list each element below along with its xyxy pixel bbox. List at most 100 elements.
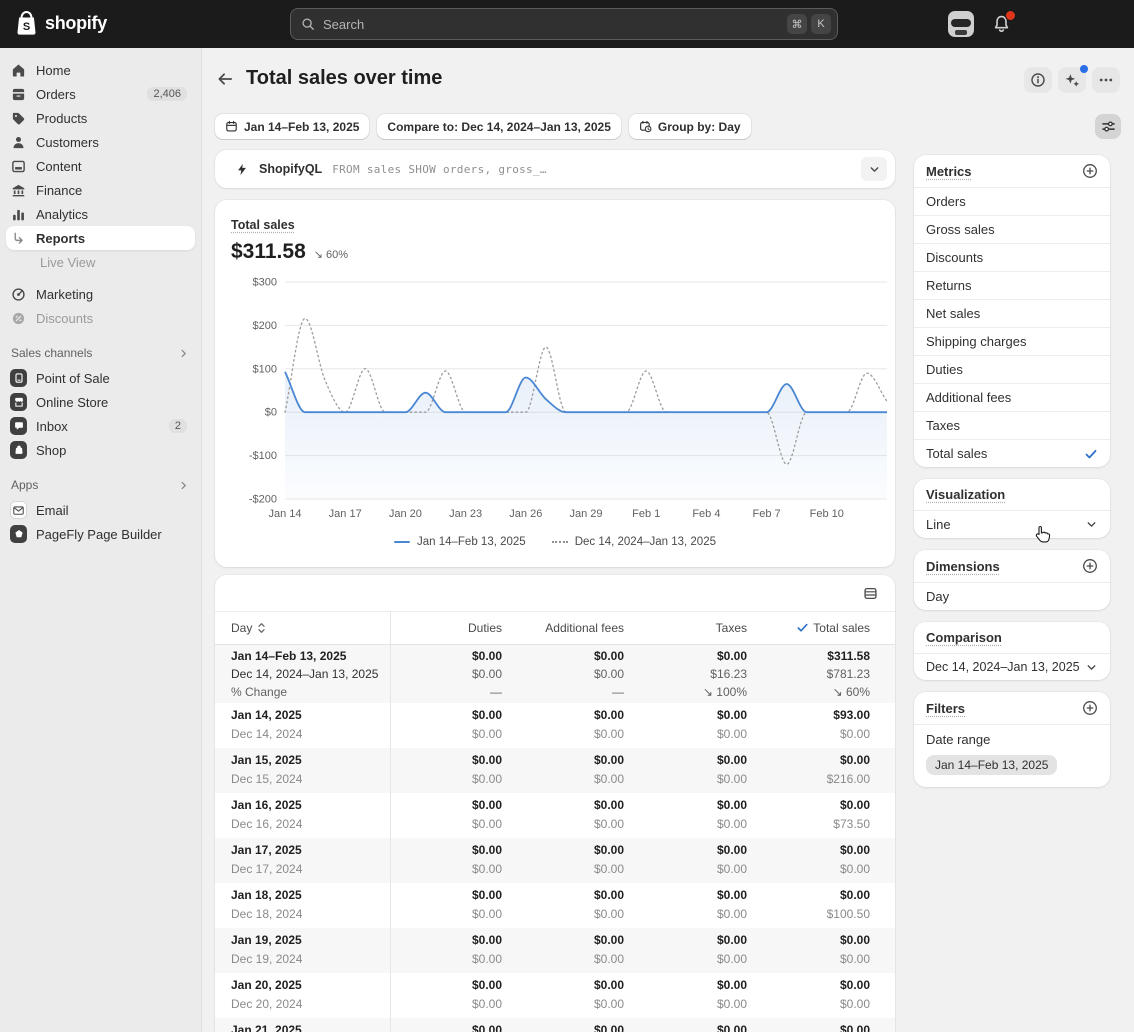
panel-toggle-button[interactable] (1095, 114, 1121, 139)
metric-item-returns[interactable]: Returns (914, 271, 1110, 299)
store-avatar[interactable] (948, 11, 974, 37)
metric-item-discounts[interactable]: Discounts (914, 243, 1110, 271)
metric-item-shipping-charges[interactable]: Shipping charges (914, 327, 1110, 355)
legend-compare-label: Dec 14, 2024–Jan 13, 2025 (575, 536, 716, 548)
metric-item-gross-sales[interactable]: Gross sales (914, 215, 1110, 243)
sidebar-item-online-store[interactable]: Online Store (6, 390, 195, 414)
column-header-day[interactable]: Day (215, 612, 390, 645)
dimension-item[interactable]: Day (914, 582, 1110, 610)
metric-item-net-sales[interactable]: Net sales (914, 299, 1110, 327)
add-dimension-icon[interactable] (1082, 558, 1098, 574)
chart-change-badge: ↘ 60% (314, 248, 348, 261)
sidebar-item-orders[interactable]: Orders 2,406 (6, 82, 195, 106)
sidebar-section-sales-channels[interactable]: Sales channels (6, 342, 195, 364)
chart-total-value: $311.58 (231, 240, 306, 264)
column-header-taxes[interactable]: Taxes (642, 612, 769, 645)
table-row[interactable]: Jan 16, 2025Dec 16, 2024 $0.00$0.00 $0.0… (215, 793, 895, 838)
sidebar-item-home[interactable]: Home (6, 58, 195, 82)
chevron-down-icon (868, 163, 881, 176)
visualization-select[interactable]: Line (914, 510, 1110, 538)
shopifyql-query: FROM sales SHOW orders, gross_… (332, 163, 861, 176)
shop-icon (10, 442, 27, 459)
date-range-chip[interactable]: Jan 14–Feb 13, 2025 (215, 114, 369, 139)
table-row[interactable]: Jan 19, 2025Dec 19, 2024 $0.00$0.00 $0.0… (215, 928, 895, 973)
table-row[interactable]: Jan 20, 2025Dec 20, 2024 $0.00$0.00 $0.0… (215, 973, 895, 1018)
svg-text:Jan 17: Jan 17 (329, 508, 362, 520)
sidebar-item-finance[interactable]: Finance (6, 178, 195, 202)
metric-label: Gross sales (926, 222, 995, 237)
metric-item-additional-fees[interactable]: Additional fees (914, 383, 1110, 411)
group-by-chip[interactable]: Group by: Day (629, 114, 751, 139)
metric-label: Additional fees (926, 390, 1011, 405)
comparison-select[interactable]: Dec 14, 2024–Jan 13, 2025 (914, 653, 1110, 680)
sidebar-item-email[interactable]: Email (6, 498, 195, 522)
sidebar-item-label: Marketing (36, 287, 93, 302)
sidebar-item-label: Orders (36, 87, 76, 102)
svg-text:-$200: -$200 (249, 494, 277, 506)
column-header-total-sales[interactable]: Total sales (769, 612, 895, 645)
sidebar-item-pagefly-page-builder[interactable]: PageFly Page Builder (6, 522, 195, 546)
metric-item-duties[interactable]: Duties (914, 355, 1110, 383)
querybar-expand-button[interactable] (861, 157, 887, 181)
settings-panel: Metrics OrdersGross salesDiscountsReturn… (914, 155, 1110, 799)
shopify-logo[interactable]: S shopify (14, 10, 107, 36)
notifications-button[interactable] (992, 14, 1011, 34)
sidebar-item-analytics[interactable]: Analytics (6, 202, 195, 226)
svg-text:Jan 29: Jan 29 (569, 508, 602, 520)
shopifyql-bar[interactable]: ShopifyQL FROM sales SHOW orders, gross_… (215, 150, 895, 188)
sidebar-item-label: Finance (36, 183, 82, 198)
sidebar: Home Orders 2,406 ProductsCustomersContent F… (0, 48, 202, 1032)
metric-item-total-sales[interactable]: Total sales (914, 439, 1110, 467)
section-label: Sales channels (11, 346, 92, 360)
metric-item-taxes[interactable]: Taxes (914, 411, 1110, 439)
sidebar-section-apps[interactable]: Apps (6, 474, 195, 496)
back-button[interactable] (215, 69, 235, 89)
column-header-additional-fees[interactable]: Additional fees (516, 612, 642, 645)
sidebar-item-point-of-sale[interactable]: Point of Sale (6, 366, 195, 390)
compare-to-chip[interactable]: Compare to: Dec 14, 2024–Jan 13, 2025 (377, 114, 620, 139)
more-actions-button[interactable] (1092, 67, 1120, 93)
svg-text:Feb 4: Feb 4 (692, 508, 720, 520)
table-view-button[interactable] (857, 582, 883, 604)
table-row[interactable]: Jan 15, 2025Dec 15, 2024 $0.00$0.00 $0.0… (215, 748, 895, 793)
sidebar-item-label: Reports (36, 231, 85, 246)
svg-text:Feb 7: Feb 7 (753, 508, 781, 520)
svg-text:$0: $0 (265, 407, 277, 419)
calendar-clock-icon (639, 120, 652, 133)
table-row[interactable]: Jan 17, 2025Dec 17, 2024 $0.00$0.00 $0.0… (215, 838, 895, 883)
info-button[interactable] (1024, 67, 1052, 93)
online-store-icon (10, 394, 27, 411)
svg-text:$100: $100 (253, 363, 277, 375)
svg-text:Jan 26: Jan 26 (509, 508, 542, 520)
date-range-filter-chip[interactable]: Jan 14–Feb 13, 2025 (926, 755, 1057, 775)
magic-assistant-button[interactable] (1058, 67, 1086, 93)
sidebar-item-discounts[interactable]: Discounts (6, 306, 195, 330)
svg-text:Jan 20: Jan 20 (389, 508, 422, 520)
column-header-duties[interactable]: Duties (390, 612, 516, 645)
sidebar-item-reports[interactable]: Reports (6, 226, 195, 250)
sidebar-item-live-view[interactable]: Live View (6, 250, 195, 274)
chart-legend: Jan 14–Feb 13, 2025 Dec 14, 2024–Jan 13,… (231, 536, 879, 548)
search-input[interactable]: Search ⌘ K (290, 8, 838, 40)
svg-text:Jan 23: Jan 23 (449, 508, 482, 520)
sidebar-badge: 2,406 (147, 87, 187, 101)
sidebar-item-label: Home (36, 63, 71, 78)
sidebar-item-content[interactable]: Content (6, 154, 195, 178)
add-metric-icon[interactable] (1082, 163, 1098, 179)
sidebar-item-inbox[interactable]: Inbox2 (6, 414, 195, 438)
sidebar-item-shop[interactable]: Shop (6, 438, 195, 462)
metric-item-orders[interactable]: Orders (914, 187, 1110, 215)
metric-label: Discounts (926, 250, 983, 265)
table-summary-row[interactable]: Jan 14–Feb 13, 2025Dec 14, 2024–Jan 13, … (215, 645, 895, 704)
sidebar-item-customers[interactable]: Customers (6, 130, 195, 154)
sidebar-item-products[interactable]: Products (6, 106, 195, 130)
report-table: Day Duties Additional fees Taxes Total s… (215, 611, 895, 1032)
info-icon (1030, 72, 1046, 88)
filters-card: Filters Date range Jan 14–Feb 13, 2025 (914, 692, 1110, 787)
table-row[interactable]: Jan 14, 2025Dec 14, 2024 $0.00$0.00 $0.0… (215, 703, 895, 748)
table-row[interactable]: Jan 18, 2025Dec 18, 2024 $0.00$0.00 $0.0… (215, 883, 895, 928)
sidebar-item-marketing[interactable]: Marketing (6, 282, 195, 306)
table-row[interactable]: Jan 21, 2025Dec 21, 2024 $0.00$0.00 $0.0… (215, 1018, 895, 1032)
add-filter-icon[interactable] (1082, 700, 1098, 716)
metric-label: Returns (926, 278, 972, 293)
